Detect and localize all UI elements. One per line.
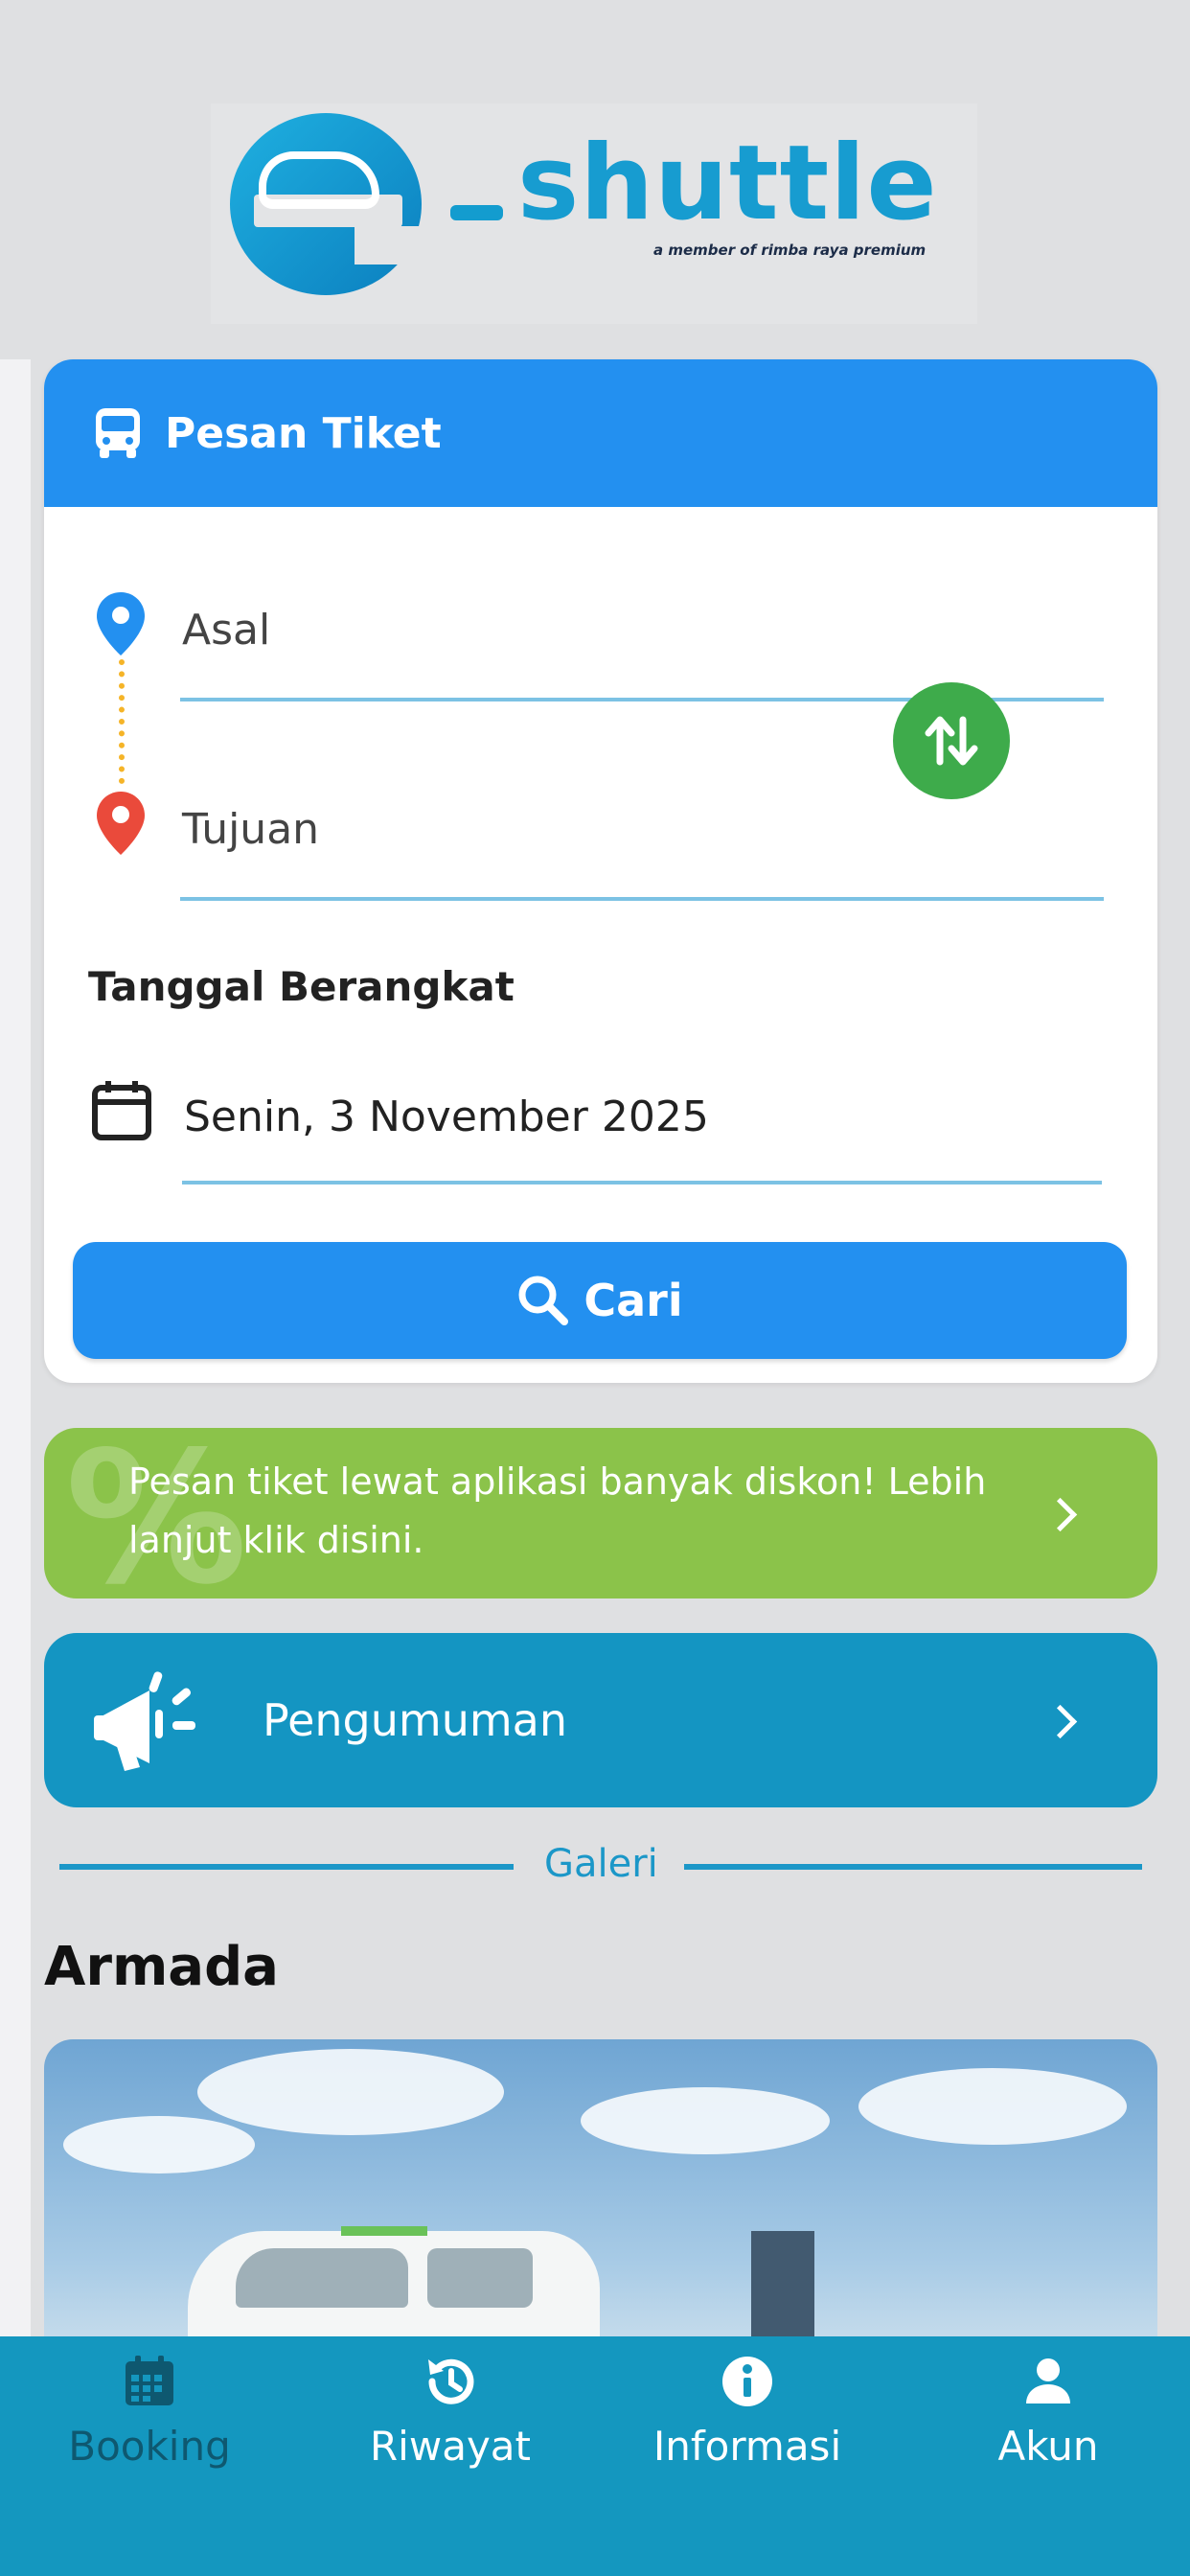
chevron-right-icon [1042,1704,1078,1739]
departure-date-label: Tanggal Berangkat [88,963,515,1010]
destination-pin-icon [97,792,145,855]
route-dots [119,659,125,784]
search-icon [518,1276,569,1325]
nav-tab-informasi[interactable]: Informasi [642,2354,853,2536]
booking-card-header: Pesan Tiket [44,359,1157,507]
history-icon [428,2358,474,2404]
logo-text: shuttle [517,124,938,243]
nav-label-informasi: Informasi [652,2423,842,2470]
calendar-icon [92,1081,151,1140]
announcement-label: Pengumuman [263,1694,568,1746]
nav-tab-riwayat[interactable]: Riwayat [345,2354,556,2536]
calendar-icon [126,2356,173,2405]
swap-route-button[interactable] [893,682,1010,799]
megaphone-icon [94,1671,195,1771]
gallery-divider-label: Galeri [544,1842,658,1886]
fleet-section-title: Armada [44,1936,279,1998]
booking-card: Pesan Tiket [44,359,1157,1383]
destination-field[interactable]: Tujuan [182,805,319,854]
promo-banner[interactable]: % Pesan tiket lewat aplikasi banyak disk… [44,1428,1157,1598]
search-button-label: Cari [584,1275,683,1326]
person-icon [1026,2358,1070,2404]
nav-label-riwayat: Riwayat [370,2423,531,2470]
promo-text: Pesan tiket lewat aplikasi banyak diskon… [128,1460,987,1561]
swap-arrows-icon [925,716,978,766]
app-logo: shuttle a member of rimba raya premium [211,104,977,324]
bus-icon [96,408,140,458]
origin-field[interactable]: Asal [182,606,270,655]
chevron-right-icon [1042,1497,1078,1532]
announcement-banner[interactable]: Pengumuman [44,1633,1157,1807]
nav-tab-booking[interactable]: Booking [44,2354,255,2536]
car-icon [259,151,379,209]
logo-tagline: a member of rimba raya premium [653,242,927,259]
nav-label-booking: Booking [68,2423,231,2470]
nav-tab-akun[interactable]: Akun [943,2354,1154,2536]
departure-date-field[interactable]: Senin, 3 November 2025 [184,1092,709,1141]
search-button[interactable]: Cari [73,1242,1127,1359]
info-icon [722,2357,772,2406]
nav-label-akun: Akun [997,2423,1099,2470]
bottom-navigation: Booking Riwayat Informasi Akun [0,2336,1190,2576]
origin-pin-icon [97,592,145,656]
booking-card-title: Pesan Tiket [165,408,442,458]
